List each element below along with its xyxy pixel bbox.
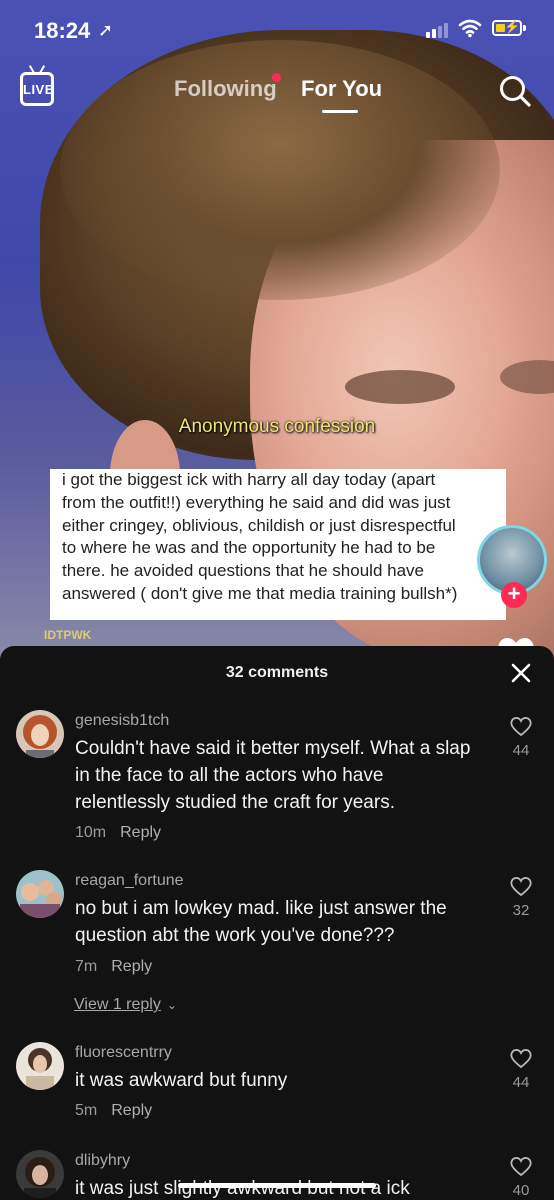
comment-like-count: 40 <box>512 1182 530 1199</box>
confession-line: there. he avoided questions that he shou… <box>62 561 424 581</box>
close-icon[interactable] <box>508 660 534 686</box>
confession-text-box: i got the biggest ick with harry all day… <box>50 469 506 620</box>
comment-line: Couldn't have said it better myself. Wha… <box>75 738 471 759</box>
confession-line: answered ( don't give me that media trai… <box>62 583 458 603</box>
comment-time: 10m <box>75 824 107 841</box>
comment-time: 7m <box>75 958 98 975</box>
search-icon[interactable] <box>498 74 532 108</box>
view-replies-label: View 1 reply <box>74 996 161 1013</box>
video-caption-title: Anonymous confession <box>178 416 376 437</box>
chevron-down-icon: ⌄ <box>166 998 177 1012</box>
reply-button[interactable]: Reply <box>111 1102 152 1119</box>
comment-line: no but i am lowkey mad. like just answer… <box>75 898 447 919</box>
avatar[interactable] <box>16 1042 64 1090</box>
comment-like-count: 44 <box>512 1074 530 1091</box>
wifi-icon <box>458 19 482 38</box>
avatar[interactable] <box>16 870 64 918</box>
comment-username[interactable]: fluorescentrry <box>75 1044 172 1062</box>
status-bar: 18:24 ➚ ⚡ <box>0 0 554 62</box>
comments-sheet: 32 comments genesisb1tch Couldn't have s… <box>0 646 554 1200</box>
comment-line: question abt the work you've done??? <box>75 925 395 946</box>
reply-button[interactable]: Reply <box>120 824 161 841</box>
avatar[interactable] <box>16 710 64 758</box>
heart-outline-icon[interactable] <box>509 715 533 737</box>
comments-count-title: 32 comments <box>225 664 329 681</box>
comment-line: relentlessly studied the craft for years… <box>75 792 395 813</box>
heart-outline-icon[interactable] <box>509 1047 533 1069</box>
comment-meta: 10m Reply <box>75 824 161 842</box>
confession-line: either cringey, oblivious, childish or j… <box>62 515 456 535</box>
heart-outline-icon[interactable] <box>509 1155 533 1177</box>
location-arrow-icon: ➚ <box>98 20 114 40</box>
confession-line: i got the biggest ick with harry all day… <box>62 470 436 489</box>
comment-meta: 5m Reply <box>75 1102 152 1120</box>
active-tab-indicator <box>322 110 358 113</box>
home-indicator[interactable] <box>178 1183 376 1188</box>
live-label: LIVE <box>23 82 54 97</box>
comment-text: it was awkward but funny <box>75 1067 495 1094</box>
confession-line: from the outfit!!) everything he said an… <box>62 492 451 512</box>
comment-time: 5m <box>75 1102 98 1119</box>
comment-text: no but i am lowkey mad. like just answer… <box>75 895 495 949</box>
notification-dot <box>272 73 281 82</box>
confession-line: to where he was and the opportunity he h… <box>62 538 436 558</box>
tab-for-you[interactable]: For You <box>301 76 382 102</box>
battery-charging-icon: ⚡ <box>492 19 526 36</box>
live-button[interactable]: LIVE <box>20 72 54 106</box>
cellular-signal-icon <box>426 22 448 38</box>
avatar[interactable] <box>16 1150 64 1198</box>
comment-line: in the face to all the actors who have <box>75 765 384 786</box>
follow-button[interactable]: + <box>501 582 527 608</box>
comment-username[interactable]: reagan_fortune <box>75 872 184 890</box>
view-replies-link[interactable]: View 1 reply ⌄ <box>74 996 177 1014</box>
comment-like-count: 44 <box>512 742 530 759</box>
heart-outline-icon[interactable] <box>509 875 533 897</box>
comment-like-count: 32 <box>512 902 530 919</box>
comment-text: Couldn't have said it better myself. Wha… <box>75 735 495 816</box>
comment-username[interactable]: genesisb1tch <box>75 712 169 730</box>
tab-following[interactable]: Following <box>174 76 277 102</box>
video-watermark: IDTPWK <box>44 628 92 642</box>
reply-button[interactable]: Reply <box>111 958 152 975</box>
comment-meta: 7m Reply <box>75 958 152 976</box>
comment-username[interactable]: dlibyhry <box>75 1152 130 1170</box>
status-time: 18:24 <box>34 18 91 43</box>
comment-line: it was awkward but funny <box>75 1070 288 1091</box>
video-subject-eye <box>345 370 455 404</box>
